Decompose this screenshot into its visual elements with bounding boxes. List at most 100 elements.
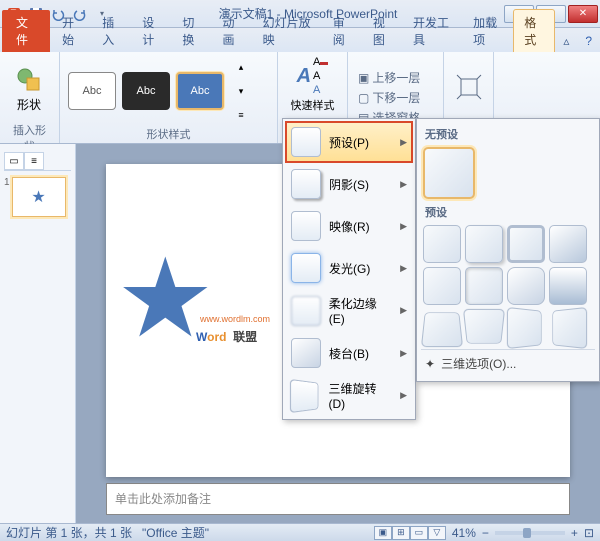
slide-info: 幻灯片 第 1 张，共 1 张 [6, 524, 132, 541]
preset-1[interactable] [423, 225, 461, 263]
preset-9[interactable] [421, 312, 463, 347]
preset-8[interactable] [549, 267, 587, 305]
watermark-url: www.wordlm.com [200, 314, 270, 324]
sorter-view-button[interactable]: ⊞ [392, 526, 410, 540]
tab-review[interactable]: 审阅 [323, 10, 363, 52]
style-gallery-scroll: ▴ ▾ ≡ [230, 56, 252, 126]
text-outline-icon[interactable]: A [313, 70, 328, 82]
group-label-shape-styles: 形状样式 [68, 126, 269, 144]
style-preset-2[interactable]: Abc [122, 72, 170, 110]
menu-reflection[interactable]: 映像(R) ▶ [285, 205, 413, 247]
presets-header: 预设 [421, 201, 595, 223]
ribbon-tabs: 文件 开始 插入 设计 切换 动画 幻灯片放映 审阅 视图 开发工具 加载项 格… [0, 28, 600, 52]
tab-design[interactable]: 设计 [132, 10, 172, 52]
reflection-icon [291, 211, 321, 241]
shadow-icon [291, 169, 321, 199]
preset-flyout: 无预设 预设 ✦ 三维选项(O)... [416, 118, 600, 382]
preset-none[interactable] [423, 147, 475, 199]
submenu-arrow-icon: ▶ [400, 305, 407, 316]
thumb-number: 1 [4, 177, 10, 217]
slides-tab-icon[interactable]: ▭ [4, 152, 24, 170]
submenu-arrow-icon: ▶ [400, 263, 407, 274]
preset-2[interactable] [465, 225, 503, 263]
text-fill-icon[interactable]: A [313, 56, 328, 68]
submenu-arrow-icon: ▶ [400, 348, 407, 359]
watermark: www.wordlm.com Word 联盟 [196, 314, 270, 348]
zoom-out-button[interactable]: − [482, 526, 489, 540]
preset-3[interactable] [507, 225, 545, 263]
menu-glow[interactable]: 发光(G) ▶ [285, 247, 413, 289]
menu-bevel[interactable]: 棱台(B) ▶ [285, 332, 413, 374]
preset-4[interactable] [549, 225, 587, 263]
slideshow-view-button[interactable]: ▽ [428, 526, 446, 540]
reading-view-button[interactable]: ▭ [410, 526, 428, 540]
send-backward-icon: ▢ [358, 91, 369, 105]
zoom-in-button[interactable]: + [571, 526, 578, 540]
zoom-level[interactable]: 41% [452, 526, 476, 540]
tab-insert[interactable]: 插入 [92, 10, 132, 52]
tab-animations[interactable]: 动画 [212, 10, 252, 52]
normal-view-button[interactable]: ▣ [374, 526, 392, 540]
submenu-arrow-icon: ▶ [400, 221, 407, 232]
preset-icon [291, 127, 321, 157]
options-3d-icon: ✦ [425, 357, 435, 371]
tab-view[interactable]: 视图 [363, 10, 403, 52]
soft-edges-icon [291, 296, 321, 326]
text-effects-icon[interactable]: A [313, 84, 328, 96]
zoom-thumb[interactable] [523, 528, 531, 538]
style-preset-3[interactable]: Abc [176, 72, 224, 110]
submenu-arrow-icon: ▶ [400, 390, 407, 401]
preset-5[interactable] [423, 267, 461, 305]
style-preset-1[interactable]: Abc [68, 72, 116, 110]
ribbon-minimize-icon[interactable]: ▵ [555, 30, 577, 52]
menu-shadow[interactable]: 阴影(S) ▶ [285, 163, 413, 205]
bevel-icon [291, 338, 321, 368]
menu-3d-rotation[interactable]: 三维旋转(D) ▶ [285, 374, 413, 417]
size-icon[interactable] [455, 73, 483, 104]
rotation-3d-icon [290, 378, 318, 412]
options-3d-button[interactable]: ✦ 三维选项(O)... [421, 349, 595, 377]
shape-effects-menu: 预设(P) ▶ 阴影(S) ▶ 映像(R) ▶ 发光(G) ▶ 柔化边缘(E) … [282, 118, 416, 420]
preset-7[interactable] [507, 267, 545, 305]
zoom-slider[interactable] [495, 531, 565, 535]
slide-thumbnail-1[interactable]: 1 ★ [4, 177, 71, 217]
shapes-label: 形状 [17, 96, 41, 113]
tab-slideshow[interactable]: 幻灯片放映 [253, 10, 323, 52]
fit-window-button[interactable]: ⊡ [584, 526, 594, 540]
view-buttons: ▣ ⊞ ▭ ▽ [374, 526, 446, 540]
notes-pane[interactable]: 单击此处添加备注 [106, 483, 570, 515]
bring-forward-icon: ▣ [358, 71, 369, 85]
help-icon[interactable]: ? [577, 30, 600, 52]
scroll-down-icon[interactable]: ▾ [230, 80, 252, 102]
thumbnail-panel: ▭ ≡ 1 ★ [0, 144, 76, 523]
shapes-icon [15, 66, 43, 94]
preset-12[interactable] [552, 307, 587, 349]
group-shape-styles: Abc Abc Abc ▴ ▾ ≡ 形状样式 [60, 52, 278, 143]
tab-transitions[interactable]: 切换 [172, 10, 212, 52]
submenu-arrow-icon: ▶ [400, 179, 407, 190]
menu-preset[interactable]: 预设(P) ▶ [285, 121, 413, 163]
outline-tab-icon[interactable]: ≡ [24, 152, 44, 170]
quick-styles-label[interactable]: 快速样式 [291, 97, 335, 113]
bring-forward-button[interactable]: ▣上移一层 [356, 68, 422, 87]
send-backward-button[interactable]: ▢下移一层 [356, 88, 422, 107]
file-tab[interactable]: 文件 [2, 10, 50, 52]
tab-developer[interactable]: 开发工具 [403, 10, 463, 52]
wordart-icon: A [297, 65, 311, 88]
statusbar: 幻灯片 第 1 张，共 1 张 "Office 主题" ▣ ⊞ ▭ ▽ 41% … [0, 523, 600, 541]
close-button[interactable]: ✕ [568, 5, 598, 23]
tab-addins[interactable]: 加载项 [463, 10, 513, 52]
theme-info: "Office 主题" [142, 524, 209, 541]
scroll-up-icon[interactable]: ▴ [230, 56, 252, 78]
tab-home[interactable]: 开始 [52, 10, 92, 52]
preset-10[interactable] [463, 309, 505, 344]
group-insert-shapes: 形状 插入形状 [0, 52, 60, 143]
tab-format[interactable]: 格式 [513, 9, 555, 52]
preset-6[interactable] [465, 267, 503, 305]
menu-soft-edges[interactable]: 柔化边缘(E) ▶ [285, 289, 413, 332]
gallery-expand-icon[interactable]: ≡ [230, 104, 252, 126]
no-preset-header: 无预设 [421, 123, 595, 145]
submenu-arrow-icon: ▶ [400, 137, 407, 148]
shapes-button[interactable]: 形状 [8, 56, 50, 122]
preset-11[interactable] [507, 307, 542, 349]
